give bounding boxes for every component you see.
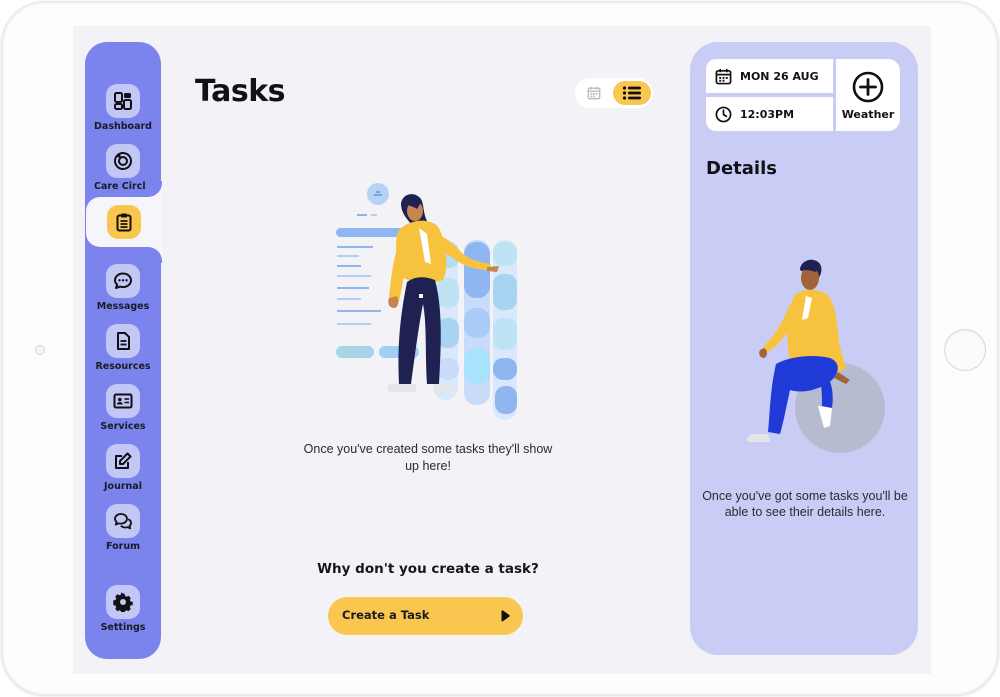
sidebar-item-messages[interactable]: Messages: [85, 264, 161, 324]
details-title: Details: [706, 158, 777, 179]
sidebar-item-services[interactable]: Services: [85, 384, 161, 444]
list-icon: [622, 86, 641, 100]
id-card-icon: [106, 384, 140, 418]
sidebar-item-forum[interactable]: Forum: [85, 504, 161, 564]
create-task-prompt: Why don't you create a task?: [317, 561, 539, 577]
forum-icon: [106, 504, 140, 538]
sidebar-item-label: Journal: [104, 481, 142, 492]
edit-icon: [106, 444, 140, 478]
sidebar-item-label: Messages: [96, 301, 150, 312]
calendar-icon: [715, 68, 732, 84]
sidebar-item-label: Care Circle: [93, 181, 153, 192]
care-circle-icon: [106, 144, 140, 178]
sidebar-item-label: Settings: [100, 622, 146, 633]
sidebar-item-label: Forum: [106, 541, 140, 552]
clock-icon: [715, 106, 732, 122]
gear-icon: [106, 585, 140, 619]
app-screen: Dashboard Care Circle Messages Resources: [73, 26, 931, 674]
page-title: Tasks: [195, 74, 286, 109]
create-task-label: Create a Task: [342, 608, 430, 622]
sidebar-item-tasks[interactable]: [86, 181, 162, 263]
details-empty-message: Once you've got some tasks you'll be abl…: [702, 489, 908, 519]
sidebar-item-resources[interactable]: Resources: [85, 324, 161, 384]
details-empty-illustration: [747, 259, 885, 453]
list-view-button[interactable]: [613, 81, 651, 105]
calendar-icon: [587, 86, 601, 100]
play-arrow-icon: [501, 610, 510, 622]
weather-label: Weather: [841, 108, 895, 121]
view-toggle: [575, 78, 653, 108]
tab-curve: [146, 247, 162, 263]
clipboard-icon: [107, 205, 141, 239]
dashboard-icon: [106, 84, 140, 118]
home-button[interactable]: [944, 329, 986, 371]
calendar-view-button[interactable]: [583, 83, 605, 103]
current-date: MON 26 AUG: [740, 69, 819, 83]
add-circle-icon: [852, 71, 884, 103]
weather-button[interactable]: Weather: [836, 59, 900, 131]
sidebar-item-dashboard[interactable]: Dashboard: [85, 84, 161, 144]
sidebar: Dashboard Care Circle Messages Resources: [85, 42, 161, 659]
sidebar-item-label: Resources: [95, 361, 151, 372]
tablet-frame: Dashboard Care Circle Messages Resources: [1, 1, 999, 696]
time-card: 12:03PM: [706, 97, 833, 131]
details-panel: MON 26 AUG 12:03PM Weather Details Once …: [690, 42, 918, 655]
document-icon: [106, 324, 140, 358]
tasks-empty-message: Once you've created some tasks they'll s…: [303, 442, 553, 473]
tasks-empty-illustration: [336, 183, 517, 420]
tab-curve: [146, 181, 162, 197]
sidebar-item-journal[interactable]: Journal: [85, 444, 161, 504]
chat-icon: [106, 264, 140, 298]
sidebar-item-settings[interactable]: Settings: [85, 585, 161, 645]
current-time: 12:03PM: [740, 107, 795, 121]
sidebar-item-label: Services: [100, 421, 146, 432]
date-card: MON 26 AUG: [706, 59, 833, 93]
create-task-button[interactable]: Create a Task: [328, 597, 523, 635]
camera: [35, 345, 45, 355]
sidebar-item-label: Dashboard: [94, 121, 152, 132]
